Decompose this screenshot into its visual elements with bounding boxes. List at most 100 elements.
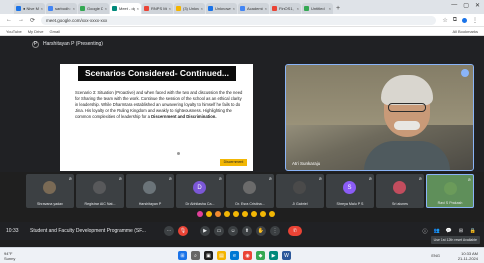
participant-tile[interactable]: ⊘ Ji Gabriel [276,174,324,208]
weather-widget[interactable]: 94°F Sunny [4,251,15,261]
presenter-label: Harshitayan P (Presenting) [43,41,103,47]
browser-tab[interactable]: Academic× [238,3,269,14]
minimize-icon[interactable]: — [451,2,457,9]
mic-off-icon[interactable]: 🎙 [178,226,188,236]
reaction-emoji-icon[interactable] [233,211,239,217]
captions-icon[interactable]: ▭ [214,226,224,236]
chat-icon[interactable]: 💬 [444,226,454,236]
participant-tile[interactable]: S ⊘ Shreya Malu P S [326,174,374,208]
activities-icon[interactable]: ⊞ [456,226,466,236]
reaction-emoji-icon[interactable] [206,211,212,217]
more-icon[interactable]: ⋯ [164,226,174,236]
participant-tile[interactable]: ⊘ Shravana yadav [26,174,74,208]
tab-favicon-icon [48,6,53,11]
extensions-icon[interactable]: ⧉ [453,17,457,24]
profile-avatar[interactable] [462,17,467,23]
participant-name: Harshitayan P [138,202,162,206]
tab-close-icon[interactable]: × [73,6,75,11]
participant-tile[interactable]: ⊘ Ravi S Prakash [426,174,474,208]
browser-tab[interactable]: FinOS1, NPR× [270,3,301,14]
bookmark-youtube[interactable]: YouTube [6,29,22,34]
tab-close-icon[interactable]: × [329,6,331,11]
slide-title: Scenarios Considered- Continued... [78,66,236,81]
options-icon[interactable]: ⋮ [270,226,280,236]
tray-lang[interactable]: ENG [431,253,440,258]
store-icon[interactable]: ◆ [256,251,265,260]
browser-tab-bar: ● Nive M Bhi×sarbodh nss×Google Drive×Me… [0,0,484,14]
browser-tab[interactable]: RNPS Meet× [142,3,173,14]
star-icon[interactable]: ☆ [442,17,447,24]
reaction-emoji-icon[interactable] [197,211,203,217]
reaction-emoji-icon[interactable] [242,211,248,217]
start-icon[interactable]: ⊞ [178,251,187,260]
meet-icon[interactable]: ▶ [269,251,278,260]
weather-desc: Sunny [4,256,16,261]
participant-tile[interactable]: ⊘ Harshitayan P [126,174,174,208]
participant-name: Ravi S Prakash [437,201,463,205]
tab-close-icon[interactable]: × [105,6,107,11]
browser-tab[interactable]: sarbodh nss× [46,3,77,14]
forward-icon[interactable]: → [18,17,24,23]
people-icon[interactable]: 👥 [432,226,442,236]
file-explorer-icon[interactable]: ▤ [217,251,226,260]
reaction-emoji-icon[interactable] [224,211,230,217]
speaker-video[interactable]: Atri Sunkaraju [285,64,474,171]
url-field[interactable]: meet.google.com/xxx-xxxx-xxx [41,15,437,25]
tab-close-icon[interactable]: × [169,6,171,11]
participant-tile[interactable]: D ⊘ Dr Abhilasha Ca... [176,174,224,208]
meeting-controls: 10:33 Student and Faculty Development Pr… [0,222,484,240]
browser-tab[interactable]: Untitled × [302,3,333,14]
tab-close-icon[interactable]: × [201,6,203,11]
present-icon[interactable]: ⬆ [242,226,252,236]
edge-icon[interactable]: e [230,251,239,260]
reaction-emoji-icon[interactable] [215,211,221,217]
speaker-glasses [388,103,426,112]
browser-tab[interactable]: Meet - dg × [110,3,141,14]
close-icon[interactable]: ✕ [475,2,480,9]
bookmark-drive[interactable]: My Drive [28,29,44,34]
menu-icon[interactable]: ⋮ [472,17,478,24]
windows-taskbar: 94°F Sunny ⊞ ⌕ ▣ ▤ e ◉ ◆ ▶ W ENG 10:33 A… [0,247,484,263]
browser-tab[interactable]: Google Drive× [78,3,109,14]
bookmark-gmail[interactable]: Gmail [50,29,60,34]
tab-close-icon[interactable]: × [265,6,267,11]
tab-close-icon[interactable]: × [297,6,299,11]
participant-tile[interactable]: ⊘ Sri aiunes [376,174,424,208]
word-icon[interactable]: W [282,251,291,260]
emoji-icon[interactable]: ☺ [228,226,238,236]
browser-tab[interactable]: Unknown × [206,3,237,14]
reaction-emoji-icon[interactable] [260,211,266,217]
participant-tile[interactable]: ⊘ Dr. Esra Cristina... [226,174,274,208]
muted-icon: ⊘ [168,176,172,181]
new-tab-icon[interactable]: + [336,3,340,14]
maximize-icon[interactable]: ▢ [463,2,469,9]
browser-tab[interactable]: ● Nive M Bhi× [14,3,45,14]
clock[interactable]: 10:33 AM 21-11-2024 [458,251,478,261]
host-controls-icon[interactable]: 🔒 [468,226,478,236]
presenter-icon: P [32,40,39,48]
reaction-emoji-icon[interactable] [251,211,257,217]
camera-icon[interactable]: ▶ [200,226,210,236]
participant-avatar [43,181,56,194]
chrome-icon[interactable]: ◉ [243,251,252,260]
all-bookmarks[interactable]: All Bookmarks [452,29,478,34]
tab-label: FinOS1, NPR [279,6,295,11]
hand-icon[interactable]: ✋ [256,226,266,236]
tab-close-icon[interactable]: × [41,6,43,11]
back-icon[interactable]: ← [6,17,12,23]
end-call-button[interactable]: ✆ [288,226,302,236]
reload-icon[interactable]: ⟳ [30,17,35,24]
reaction-bar [197,211,275,217]
address-bar: ← → ⟳ meet.google.com/xxx-xxxx-xxx ☆ ⧉ ⋮ [0,14,484,27]
search-icon[interactable]: ⌕ [191,251,200,260]
participant-name: Sri aiunes [392,202,408,206]
tab-close-icon[interactable]: × [233,6,235,11]
info-icon[interactable]: ⓘ [420,226,430,236]
reaction-emoji-icon[interactable] [269,211,275,217]
task-view-icon[interactable]: ▣ [204,251,213,260]
muted-icon: ⊘ [268,176,272,181]
participant-tile[interactable]: ⊘ Registrar AIC Nat... [76,174,124,208]
browser-tab[interactable]: (3) Unknown× [174,3,205,14]
meeting-title: Student and Faculty Development Programm… [30,228,146,234]
tab-close-icon[interactable]: × [137,6,139,11]
